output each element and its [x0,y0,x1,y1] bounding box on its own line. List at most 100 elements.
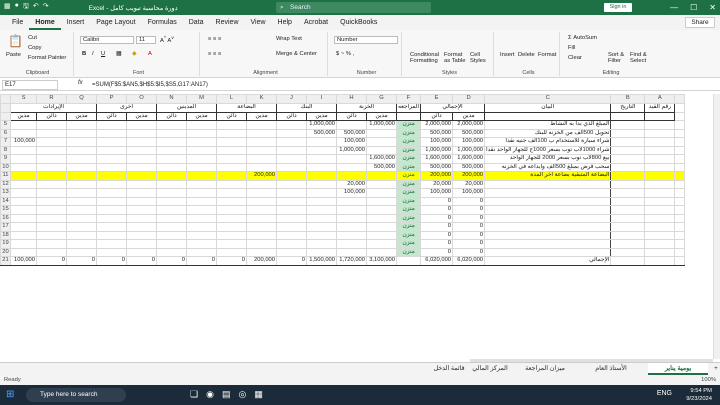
cell-P12[interactable] [96,179,127,189]
cell-G15[interactable] [366,205,397,215]
row-number[interactable]: 16 [0,213,11,223]
cell-G19[interactable] [366,239,397,249]
conditional-formatting-button[interactable]: Conditional Formatting [410,52,440,64]
cell-M10[interactable] [186,162,217,172]
cell-A5[interactable] [644,120,676,130]
cell-H18[interactable] [336,230,367,240]
cell-L8[interactable] [216,145,247,155]
cell-C5[interactable]: المبلغ الذي بدأ به النشاط [484,120,612,130]
cell-M6[interactable] [186,128,217,138]
total-cell-F[interactable] [395,256,422,266]
cell-H5[interactable] [336,120,367,130]
column-header-K[interactable]: K [246,94,277,104]
cell-S15[interactable] [10,205,37,215]
cell-Q16[interactable] [66,213,97,223]
cell-N20[interactable] [156,247,187,257]
cell-A20[interactable] [644,247,676,257]
cell-D17[interactable]: 0 [452,222,486,232]
cell-C15[interactable] [484,205,612,215]
cell-I6[interactable]: 500,000 [306,128,337,138]
fill-button[interactable]: Fill [568,45,575,51]
cell-B20[interactable] [610,247,646,257]
cell-O20[interactable] [126,247,157,257]
cell-G11[interactable] [366,171,397,181]
subheader-debtor[interactable]: مدين [66,111,97,121]
subheader-creditor[interactable]: دائن [276,111,307,121]
cell-E14[interactable]: 0 [420,196,454,206]
header-cash[interactable]: الخزنة [336,103,397,113]
column-header-D[interactable]: D [452,94,486,104]
cell-E10[interactable]: 500,000 [420,162,454,172]
cell-S10[interactable] [10,162,37,172]
cell-S8[interactable] [10,145,37,155]
total-cell-C[interactable]: الإجمالي [484,256,612,266]
cell-L16[interactable] [216,213,247,223]
cell-J6[interactable] [276,128,307,138]
cell-K18[interactable] [246,230,277,240]
tab-help[interactable]: Help [272,15,298,30]
windows-start-icon[interactable]: ⊞ [6,389,14,400]
cell-I10[interactable] [306,162,337,172]
cell-K15[interactable] [246,205,277,215]
cell-D20[interactable]: 0 [452,247,486,257]
row-number[interactable]: 5 [0,120,11,130]
cell-B16[interactable] [610,213,646,223]
cell-L20[interactable] [216,247,247,257]
tab-data[interactable]: Data [183,15,210,30]
cell-I20[interactable] [306,247,337,257]
save-icon[interactable]: 🖫 [23,2,29,13]
cell-L15[interactable] [216,205,247,215]
paste-button[interactable]: Paste [6,52,21,58]
header-debtors[interactable]: المدينين [156,103,217,113]
cell-D10[interactable]: 500,000 [452,162,486,172]
subheader-debtor[interactable]: مدين [366,111,397,121]
vertical-scrollbar[interactable] [713,94,720,359]
fx-icon[interactable]: fx [78,80,83,86]
header-goods[interactable]: البضاعة [216,103,277,113]
cell-J7[interactable] [276,137,307,147]
subheader-empty[interactable] [644,111,676,121]
cell-E20[interactable]: 0 [420,247,454,257]
cell-N18[interactable] [156,230,187,240]
cell-B9[interactable] [610,154,646,164]
total-cell-E[interactable]: 6,020,000 [420,256,454,266]
cell-H19[interactable] [336,239,367,249]
cell-O16[interactable] [126,213,157,223]
tab-acrobat[interactable]: Acrobat [298,15,334,30]
cell-R19[interactable] [36,239,67,249]
format-table-button[interactable]: Format as Table [444,52,468,64]
cell-O15[interactable] [126,205,157,215]
tab-home[interactable]: Home [29,15,61,30]
column-header-O[interactable]: O [126,94,157,104]
cell-R11[interactable] [36,171,67,181]
edge-icon[interactable]: ◉ [206,389,214,400]
subheader-debtor[interactable]: مدين [452,111,486,121]
cell-N6[interactable] [156,128,187,138]
cell-O10[interactable] [126,162,157,172]
cell-E16[interactable]: 0 [420,213,454,223]
task-view-icon[interactable]: ❏ [190,389,198,400]
cell-C7[interactable]: شراء سيارة للاستخدام ب 100الف جنيه نقدا [484,137,612,147]
cell-G12[interactable] [366,179,397,189]
column-header-N[interactable]: N [156,94,187,104]
header-revenues[interactable]: الإيرادات [10,103,97,113]
cell-styles-button[interactable]: Cell Styles [470,52,492,64]
tab-quickbooks[interactable]: QuickBooks [334,15,383,30]
subheader-debtor[interactable]: مدين [126,111,157,121]
cell-F14[interactable]: متزن [395,196,422,206]
subheader-debtor[interactable]: مدين [306,111,337,121]
tab-file[interactable]: File [6,15,29,30]
row-number[interactable]: 18 [0,230,11,240]
cell-C13[interactable] [484,188,612,198]
cell-R16[interactable] [36,213,67,223]
cell-D9[interactable]: 1,600,000 [452,154,486,164]
cell-H13[interactable]: 100,000 [336,188,367,198]
subheader-debtor[interactable]: مدين [186,111,217,121]
cell-A7[interactable] [644,137,676,147]
cell-G13[interactable] [366,188,397,198]
cell-P8[interactable] [96,145,127,155]
file-explorer-icon[interactable]: ▤ [222,389,231,400]
cell-A19[interactable] [644,239,676,249]
total-cell-Q[interactable]: 0 [66,256,97,266]
cell-G10[interactable]: 500,000 [366,162,397,172]
